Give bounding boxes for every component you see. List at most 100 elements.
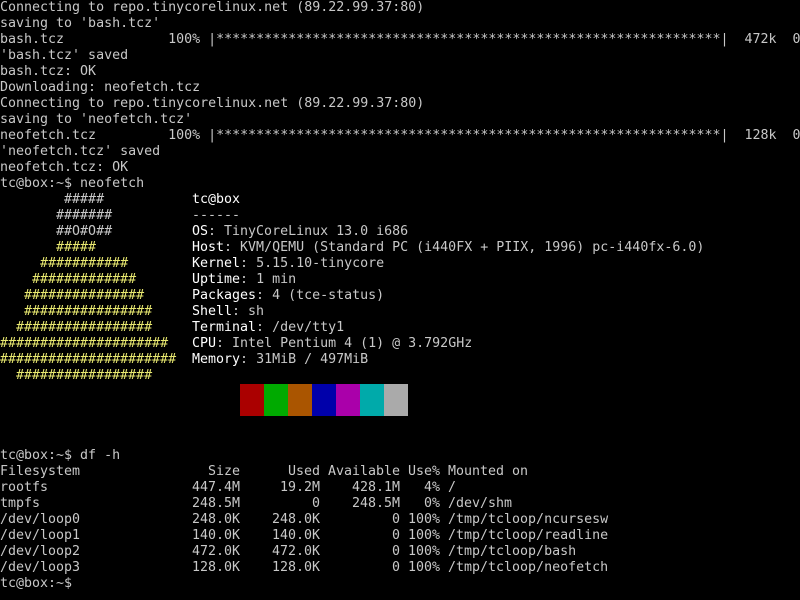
- info-key: Terminal: [192, 320, 257, 335]
- info-key: Packages: [192, 288, 257, 303]
- info-key: Kernel: [192, 256, 241, 271]
- info-value: 4 (tce-status): [272, 288, 385, 303]
- ascii-art-line: ##O#O##: [0, 224, 113, 239]
- info-key: OS: [192, 224, 209, 239]
- color-swatch: [288, 384, 312, 416]
- info-value: sh: [248, 304, 265, 319]
- df-cell: /dev/loop0: [0, 512, 81, 527]
- info-line-kernel: Kernel: 5.15.10-tinycore: [192, 256, 385, 271]
- color-swatch: [312, 384, 336, 416]
- log-line: bash.tcz 100% |*************************…: [0, 32, 800, 47]
- df-cell: Available: [327, 464, 400, 479]
- info-line-shell: Shell: sh: [192, 304, 265, 319]
- df-cell: /dev/loop2: [0, 544, 81, 559]
- df-cell: 248.5M: [351, 496, 400, 511]
- tinycore-ascii-logo: ##### ####### ##O#O## ##### ########### …: [0, 192, 190, 384]
- color-swatch: [264, 384, 288, 416]
- df-cell: /dev/loop1: [0, 528, 81, 543]
- ascii-art-line: #################: [0, 320, 153, 335]
- ascii-art-line: #############: [0, 272, 137, 287]
- df-cell: /tmp/tcloop/ncursesw: [448, 512, 609, 527]
- df-cell: 0: [391, 528, 400, 543]
- df-header-row: Filesystem Size Used Available Use% Mounted o…: [0, 464, 800, 480]
- log-line: bash.tcz: OK: [0, 64, 97, 79]
- df-cell: 0%: [423, 496, 440, 511]
- ascii-art-line: ################: [0, 304, 153, 319]
- df-cell: /tmp/tcloop/bash: [448, 544, 577, 559]
- df-command-line: tc@box:~$ df -h: [0, 448, 121, 463]
- df-cell: Use%: [407, 464, 440, 479]
- download-log: Connecting to repo.tinycorelinux.net (89…: [0, 0, 800, 192]
- df-cell: 140.0K: [271, 528, 320, 543]
- info-line-os: OS: TinyCoreLinux 13.0 i686: [192, 224, 409, 239]
- ascii-art-line: #################: [0, 368, 153, 383]
- info-key: Host: [192, 240, 225, 255]
- df-cell: tmpfs: [0, 496, 41, 511]
- log-line: tc@box:~$ neofetch: [0, 176, 145, 191]
- df-cell: 140.0K: [191, 528, 240, 543]
- log-line: neofetch.tcz: OK: [0, 160, 129, 175]
- df-cell: Filesystem: [0, 464, 81, 479]
- info-line-uptime: Uptime: 1 min: [192, 272, 297, 287]
- df-cell: 100%: [407, 512, 440, 527]
- df-cell: 0: [311, 496, 320, 511]
- color-palette: [216, 384, 408, 416]
- terminal-screen[interactable]: Connecting to repo.tinycorelinux.net (89…: [0, 0, 800, 600]
- df-cell: 128.0K: [271, 560, 320, 575]
- df-row: tmpfs 248.5M 0 248.5M 0% /dev/shm: [0, 496, 800, 512]
- system-info: tc@box ------ OS: TinyCoreLinux 13.0 i68…: [192, 192, 792, 368]
- df-row: /dev/loop2 472.0K 472.0K 0 100% /tmp/tcloop/b…: [0, 544, 800, 560]
- df-cell: 100%: [407, 528, 440, 543]
- df-row: rootfs 447.4M 19.2M 428.1M 4% /: [0, 480, 800, 496]
- df-cell: 4%: [423, 480, 440, 495]
- info-value: 1 min: [256, 272, 297, 287]
- log-line: Downloading: neofetch.tcz: [0, 80, 201, 95]
- df-cell: /tmp/tcloop/neofetch: [448, 560, 609, 575]
- df-cell: 0: [391, 512, 400, 527]
- df-row: /dev/loop1 140.0K 140.0K 0 100% /tmp/tcloop/r…: [0, 528, 800, 544]
- color-swatch: [360, 384, 384, 416]
- color-swatch: [384, 384, 408, 416]
- df-cell: /: [448, 480, 457, 495]
- info-line-host: Host: KVM/QEMU (Standard PC (i440FX + PI…: [192, 240, 705, 255]
- ascii-art-line: #####: [0, 192, 105, 207]
- df-cell: 472.0K: [271, 544, 320, 559]
- info-key: Memory: [192, 352, 241, 367]
- df-cell: 19.2M: [279, 480, 320, 495]
- log-line: neofetch.tcz 100% |*********************…: [0, 128, 800, 143]
- df-cell: rootfs: [0, 480, 49, 495]
- ascii-art-line: ######################: [0, 352, 177, 367]
- ascii-art-line: #####: [0, 240, 97, 255]
- df-cell: 472.0K: [191, 544, 240, 559]
- df-cell: Used: [287, 464, 320, 479]
- color-swatch: [216, 384, 240, 416]
- df-row: /dev/loop3 128.0K 128.0K 0 100% /tmp/tcloop/n…: [0, 560, 800, 576]
- df-cell: Size: [207, 464, 240, 479]
- df-cell: 0: [391, 544, 400, 559]
- df-cell: 0: [391, 560, 400, 575]
- info-value: 31MiB / 497MiB: [256, 352, 369, 367]
- df-cell: 248.0K: [271, 512, 320, 527]
- df-cell: 128.0K: [191, 560, 240, 575]
- log-line: 'neofetch.tcz' saved: [0, 144, 161, 159]
- df-cell: 248.0K: [191, 512, 240, 527]
- ascii-art-line: #######: [0, 208, 113, 223]
- df-row: /dev/loop0 248.0K 248.0K 0 100% /tmp/tcloop/n…: [0, 512, 800, 528]
- df-cell: /tmp/tcloop/readline: [448, 528, 609, 543]
- color-swatch: [240, 384, 264, 416]
- info-line-packages: Packages: 4 (tce-status): [192, 288, 385, 303]
- title-underline: ------: [192, 208, 241, 223]
- info-line-cpu: CPU: Intel Pentium 4 (1) @ 3.792GHz: [192, 336, 473, 351]
- ascii-art-line: ###########: [0, 256, 129, 271]
- log-line: Connecting to repo.tinycorelinux.net (89…: [0, 96, 425, 111]
- log-line: 'bash.tcz' saved: [0, 48, 129, 63]
- user-host-title: tc@box: [192, 192, 241, 207]
- log-line: saving to 'bash.tcz': [0, 16, 161, 31]
- df-cell: 100%: [407, 560, 440, 575]
- shell-prompt[interactable]: tc@box:~$: [0, 576, 800, 592]
- df-output-table: Filesystem Size Used Available Use% Mounted o…: [0, 464, 800, 576]
- info-value: 5.15.10-tinycore: [256, 256, 385, 271]
- info-key: Shell: [192, 304, 233, 319]
- color-swatch: [336, 384, 360, 416]
- info-value: /dev/tty1: [272, 320, 345, 335]
